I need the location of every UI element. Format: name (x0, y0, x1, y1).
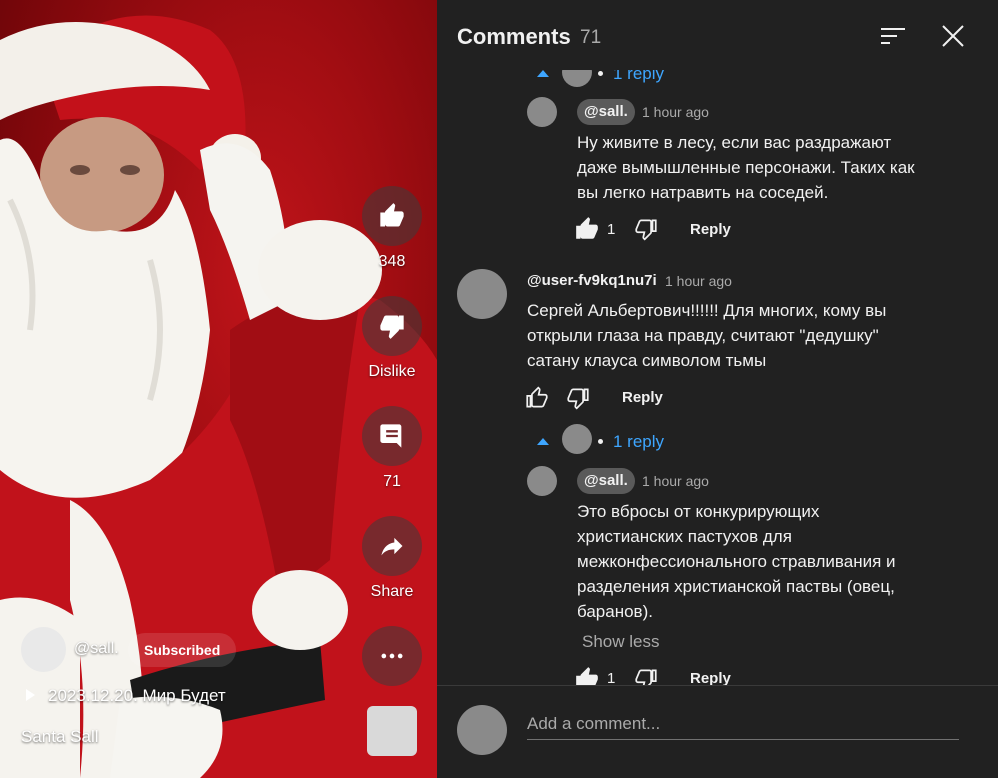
reply-avatar (562, 424, 592, 454)
thumb-up-icon (576, 217, 598, 239)
comment-text: Сергей Альбертович!!!!!! Для многих, ком… (527, 298, 886, 373)
panel-comment-count: 71 (580, 27, 602, 48)
reply-button[interactable]: Reply (690, 670, 731, 685)
comment-text: Это вбросы от конкурирующих христианских… (577, 499, 896, 624)
shorts-viewer: 348 Dislike 71 Share @sall. Subscribed 2… (0, 0, 998, 778)
dislike-comment-button[interactable] (633, 216, 659, 242)
video-title[interactable]: 2023.12.20. Мир Будет (48, 686, 226, 706)
more-button[interactable] (362, 626, 422, 686)
thumb-down-icon (380, 315, 404, 339)
reply-button[interactable]: Reply (622, 389, 663, 406)
share-button[interactable] (362, 516, 422, 576)
comments-list[interactable]: 1 reply @sall. 1 hour ago Ну живите в ле… (437, 0, 998, 685)
comment-time[interactable]: 1 hour ago (642, 104, 709, 120)
thumb-down-icon (635, 669, 657, 685)
comment-line: баранов). (577, 602, 653, 621)
sort-icon[interactable] (881, 26, 905, 46)
like-comment-button[interactable] (524, 385, 550, 411)
share-icon (381, 537, 403, 556)
comment-line: разделения христианской паствы (овец, (577, 577, 895, 596)
show-less-button[interactable]: Show less (582, 632, 659, 652)
comment-text: Ну живите в лесу, если вас раздражают да… (577, 130, 915, 205)
thumb-up-icon (576, 667, 598, 685)
like-button[interactable] (362, 186, 422, 246)
comment-author[interactable]: @user-fv9kq1nu7i (527, 272, 657, 289)
subscribed-button[interactable]: Subscribed (128, 633, 237, 667)
comment-author[interactable]: @sall. (577, 99, 635, 125)
comment-line: христианских пастухов для (577, 527, 792, 546)
avatar[interactable] (527, 466, 557, 496)
replies-toggle[interactable]: 1 reply (613, 432, 664, 452)
sound-thumbnail[interactable] (367, 706, 417, 756)
comments-header: Comments 71 (437, 0, 998, 70)
more-icon (381, 653, 403, 659)
separator-dot (598, 439, 603, 444)
panel-title: Comments (457, 24, 571, 49)
user-avatar (457, 705, 507, 755)
share-label: Share (370, 583, 414, 600)
play-icon (26, 689, 35, 701)
like-comment-button[interactable] (574, 666, 600, 685)
video-author[interactable]: Santa Sall (21, 727, 99, 747)
dislike-comment-button[interactable] (633, 666, 659, 685)
comment-count: 71 (383, 473, 401, 490)
channel-handle[interactable]: @sall. (74, 640, 119, 658)
collapse-caret-icon[interactable] (537, 438, 549, 445)
dislike-comment-button[interactable] (565, 385, 591, 411)
avatar[interactable] (527, 97, 557, 127)
comment-like-count: 1 (607, 670, 616, 685)
comment-author[interactable]: @sall. (577, 468, 635, 494)
comment-line: даже вымышленные персонажи. Таких как (577, 158, 915, 177)
comment-time[interactable]: 1 hour ago (642, 473, 709, 489)
comment-line: Это вбросы от конкурирующих (577, 502, 820, 521)
separator-dot (598, 71, 603, 76)
channel-avatar[interactable] (21, 627, 66, 672)
thumb-up-icon (380, 203, 404, 227)
comment-line: вы легко натравить на соседей. (577, 183, 829, 202)
comment-icon (380, 424, 402, 448)
thumb-up-icon (526, 386, 548, 408)
like-comment-button[interactable] (574, 216, 600, 242)
dislike-button[interactable] (362, 296, 422, 356)
close-icon[interactable] (941, 24, 965, 48)
comment-time[interactable]: 1 hour ago (665, 273, 732, 289)
collapse-caret-icon[interactable] (537, 70, 549, 77)
comment-line: Ну живите в лесу, если вас раздражают (577, 133, 892, 152)
dislike-label: Dislike (368, 363, 416, 380)
thumb-down-icon (567, 388, 589, 410)
comment-line: открыли глаза на правду, считают "дедушк… (527, 326, 879, 345)
add-comment-input[interactable] (527, 708, 959, 740)
like-count: 348 (378, 253, 406, 270)
reply-button[interactable]: Reply (690, 221, 731, 238)
comments-button[interactable] (362, 406, 422, 466)
comment-like-count: 1 (607, 221, 616, 238)
comment-line: межконфессионального стравливания и (577, 552, 896, 571)
comment-composer (437, 685, 998, 778)
avatar[interactable] (457, 269, 507, 319)
comment-line: Сергей Альбертович!!!!!! Для многих, ком… (527, 301, 887, 320)
comments-panel: 1 reply @sall. 1 hour ago Ну живите в ле… (437, 0, 998, 778)
comment-line: сатану клауса символом тьмы (527, 351, 767, 370)
thumb-down-icon (635, 219, 657, 241)
video-player[interactable]: 348 Dislike 71 Share @sall. Subscribed 2… (0, 0, 437, 778)
